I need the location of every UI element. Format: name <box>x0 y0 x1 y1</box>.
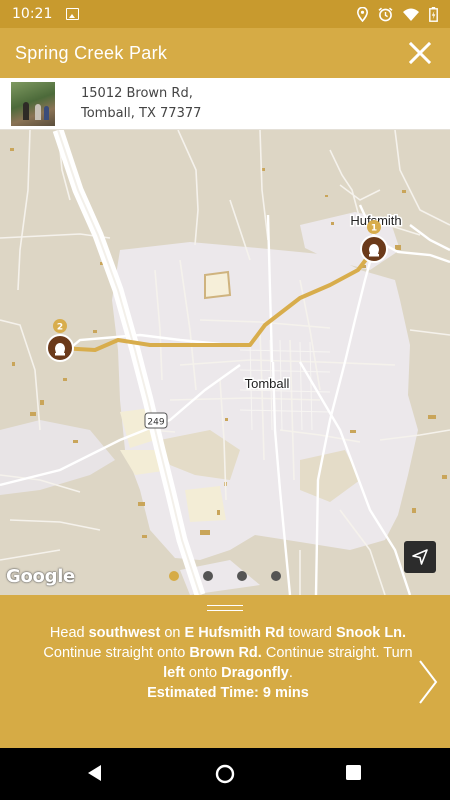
wifi-icon <box>403 8 419 21</box>
map-marker-2-label: 2 <box>57 323 63 333</box>
direction-instructions: Head southwest on E Hufsmith Rd toward S… <box>42 623 414 703</box>
direction-text: on <box>160 625 185 641</box>
recents-square-icon[interactable] <box>345 764 362 781</box>
chevron-right-icon <box>419 660 438 704</box>
page-dot-1[interactable] <box>169 571 179 581</box>
battery-icon <box>429 6 438 22</box>
page-indicator <box>0 571 450 583</box>
app-header: Spring Creek Park <box>0 28 450 78</box>
navigation-arrow-icon <box>412 549 428 565</box>
close-button[interactable] <box>405 38 435 68</box>
my-location-button[interactable] <box>404 541 436 573</box>
alarm-icon <box>378 7 393 21</box>
status-icons <box>357 6 438 22</box>
park-area <box>185 486 226 522</box>
gallery-icon <box>66 8 80 20</box>
address-line-1: 15012 Brown Rd, <box>81 85 193 101</box>
map-canvas: 249 Tomball Hufsmith 1 2 <box>0 130 450 595</box>
direction-road: Snook Ln. <box>335 625 407 641</box>
status-time: 10:21 <box>12 6 53 22</box>
map-marker-1-label: 1 <box>371 224 377 234</box>
map-label-tomball: Tomball <box>245 376 290 391</box>
direction-text: toward <box>284 625 336 641</box>
page-dot-3[interactable] <box>237 571 247 581</box>
page-dot-4[interactable] <box>271 571 281 581</box>
address-block: 15012 Brown Rd, Tomball, TX 77377 <box>81 84 201 124</box>
direction-heading: southwest <box>88 625 161 641</box>
direction-road: Brown Rd. <box>189 645 262 661</box>
directions-panel: Head southwest on E Hufsmith Rd toward S… <box>0 595 450 748</box>
estimated-time: Estimated Time: 9 mins <box>147 685 309 701</box>
direction-road: E Hufsmith Rd <box>184 625 285 641</box>
page-dot-2[interactable] <box>203 571 213 581</box>
direction-text: Continue straight onto <box>43 645 190 661</box>
location-summary: 15012 Brown Rd, Tomball, TX 77377 <box>0 78 450 130</box>
direction-turn: left <box>163 665 185 681</box>
direction-text: . <box>288 665 293 681</box>
park-area <box>204 270 232 300</box>
map-view[interactable]: 249 Tomball Hufsmith 1 2 Google <box>0 130 450 595</box>
back-triangle-icon[interactable] <box>86 764 104 782</box>
direction-road: Dragonfly <box>221 665 289 681</box>
close-icon <box>409 42 431 64</box>
address-line-2: Tomball, TX 77377 <box>81 105 202 121</box>
home-circle-icon[interactable] <box>215 764 235 784</box>
page-title: Spring Creek Park <box>15 42 168 63</box>
system-nav-bar <box>0 748 450 800</box>
direction-text: onto <box>184 665 222 681</box>
next-step-button[interactable] <box>416 657 440 707</box>
status-bar: 10:21 <box>0 0 450 28</box>
direction-text: Continue straight. Turn <box>261 645 413 661</box>
location-icon <box>357 6 368 22</box>
urban-area-west <box>0 420 115 495</box>
park-photo-thumbnail[interactable] <box>11 81 55 126</box>
direction-text: Head <box>49 625 89 641</box>
highway-shield-label: 249 <box>147 418 164 428</box>
drag-handle[interactable] <box>207 605 243 611</box>
